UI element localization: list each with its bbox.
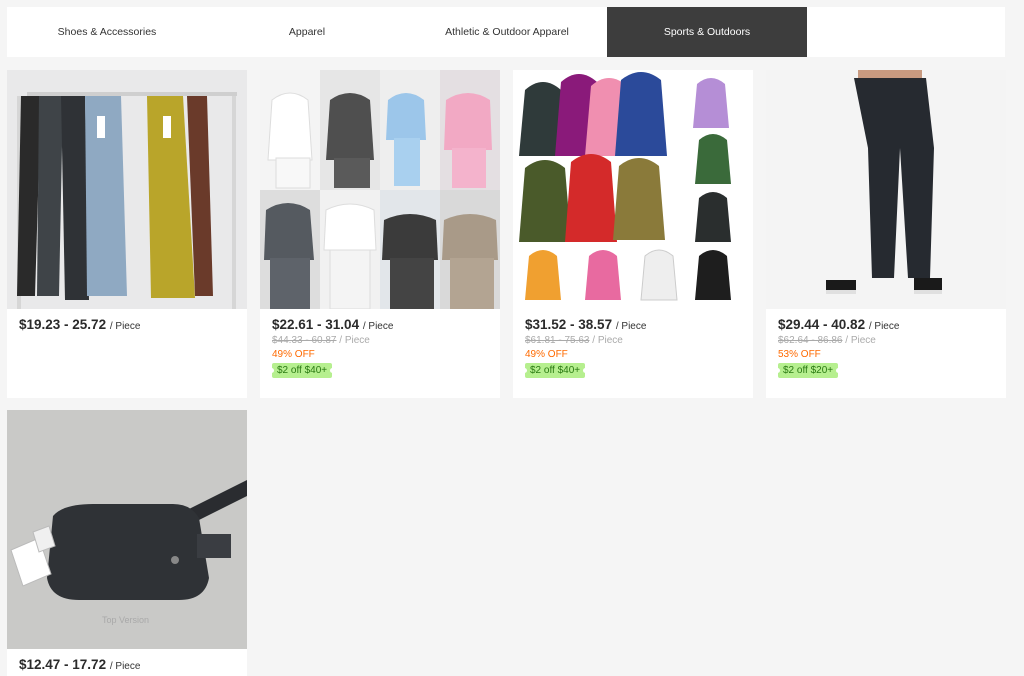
- price-unit: / Piece: [109, 661, 141, 672]
- tab-apparel[interactable]: Apparel: [207, 7, 407, 57]
- price-range: $19.23 - 25.72 / Piece: [19, 317, 141, 332]
- discount-label: 53% OFF: [778, 349, 821, 360]
- discount-label: 49% OFF: [272, 349, 315, 360]
- price-unit: / Piece: [868, 321, 900, 332]
- original-price: $62.64 - 86.86 / Piece: [778, 335, 876, 346]
- image-watermark: Top Version: [102, 615, 149, 625]
- product-card[interactable]: $31.52 - 38.57 / Piece $61.81 - 75.63 / …: [513, 70, 753, 398]
- product-card[interactable]: $29.44 - 40.82 / Piece $62.64 - 86.86 / …: [766, 70, 1006, 398]
- price-range: $12.47 - 17.72 / Piece: [19, 657, 141, 672]
- tab-athletic-outdoor-apparel[interactable]: Athletic & Outdoor Apparel: [407, 7, 607, 57]
- original-price: $44.33 - 60.87 / Piece: [272, 335, 370, 346]
- price-unit: / Piece: [615, 321, 647, 332]
- product-card[interactable]: Top Version $12.47 - 17.72 / Piece: [7, 410, 247, 676]
- coupon-badge[interactable]: $2 off $40+: [521, 363, 589, 378]
- price-unit: / Piece: [109, 321, 141, 332]
- product-card[interactable]: $22.61 - 31.04 / Piece $44.33 - 60.87 / …: [260, 70, 500, 398]
- original-price: $61.81 - 75.63 / Piece: [525, 335, 623, 346]
- product-image[interactable]: Top Version: [7, 410, 247, 649]
- price-range: $22.61 - 31.04 / Piece: [272, 317, 394, 332]
- coupon-badge[interactable]: $2 off $40+: [268, 363, 336, 378]
- product-card[interactable]: $19.23 - 25.72 / Piece: [7, 70, 247, 398]
- category-tabs: Shoes & Accessories Apparel Athletic & O…: [7, 7, 1005, 57]
- product-image[interactable]: [513, 70, 753, 309]
- price-range: $31.52 - 38.57 / Piece: [525, 317, 647, 332]
- product-image[interactable]: [7, 70, 247, 309]
- tab-sports-outdoors[interactable]: Sports & Outdoors: [607, 7, 807, 57]
- product-image[interactable]: [766, 70, 1006, 309]
- tab-shoes-accessories[interactable]: Shoes & Accessories: [7, 7, 207, 57]
- product-image[interactable]: [260, 70, 500, 309]
- price-unit: / Piece: [362, 321, 394, 332]
- price-range: $29.44 - 40.82 / Piece: [778, 317, 900, 332]
- discount-label: 49% OFF: [525, 349, 568, 360]
- coupon-badge[interactable]: $2 off $20+: [774, 363, 842, 378]
